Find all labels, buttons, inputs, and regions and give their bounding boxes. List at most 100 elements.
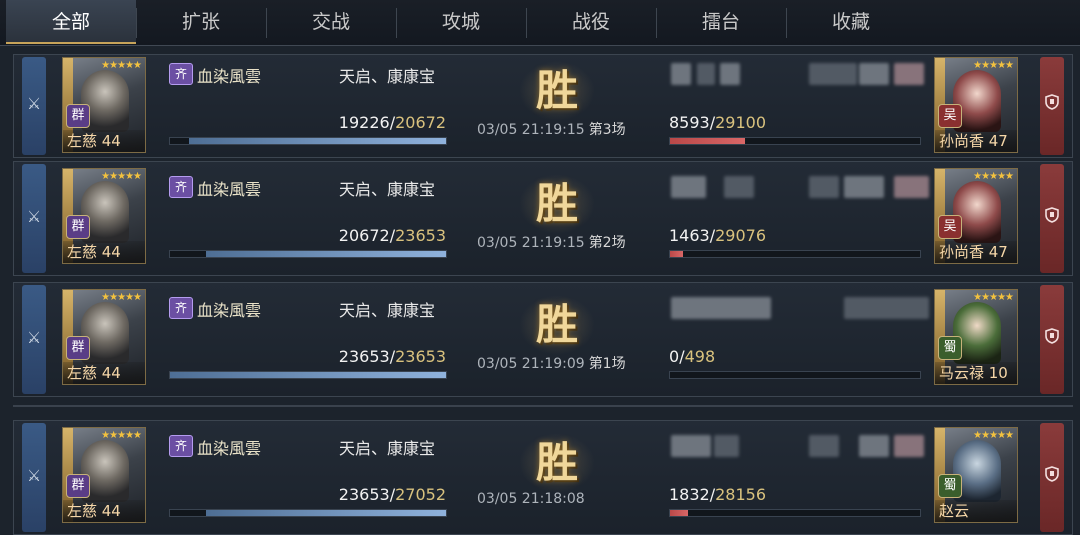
star-rating-icon: ★★★★★	[973, 430, 1014, 441]
battle-round: 第3场	[588, 122, 626, 138]
hero-name: 左慈 44	[63, 500, 145, 522]
defender-portrait[interactable]: ★★★★★ 吴 孙尚香 47	[934, 168, 1018, 264]
defender-portrait[interactable]: ★★★★★ 蜀 赵云	[934, 427, 1018, 523]
battle-time: 03/05 21:19:15	[477, 122, 585, 138]
troops-max: 27052	[395, 485, 446, 504]
ally-names: 天启、康康宝	[339, 439, 436, 458]
redacted-name	[844, 176, 884, 198]
tab-campaign[interactable]: 战役	[526, 0, 656, 44]
guild-name: 血染風雲	[197, 180, 262, 199]
tab-siege[interactable]: 攻城	[396, 0, 526, 44]
redacted-name	[894, 435, 924, 457]
redacted-name	[724, 176, 754, 198]
defender-troop-bar	[669, 371, 921, 379]
troops-current: 20672	[338, 226, 390, 245]
attacker-portrait[interactable]: ★★★★★ 群 左慈 44	[62, 168, 146, 264]
sword-icon: ⚔	[26, 327, 42, 347]
victory-mark: 胜	[535, 438, 578, 487]
guild-badge: 齐	[169, 176, 193, 198]
sword-icon: ⚔	[26, 465, 42, 485]
defense-indicator[interactable]	[1040, 57, 1064, 155]
shield-icon	[1040, 94, 1064, 110]
shield-icon	[1040, 465, 1064, 482]
star-rating-icon: ★★★★★	[101, 60, 142, 71]
attacker-portrait[interactable]: ★★★★★ 群 左慈 44	[62, 289, 146, 385]
hero-name: 左慈 44	[63, 241, 145, 263]
defender-troops: 8593/29100	[669, 113, 766, 132]
troop-bar-fill	[205, 251, 446, 257]
defender-troop-bar	[669, 137, 921, 145]
attacker-troops: 19226/20672	[334, 113, 446, 132]
defense-indicator[interactable]	[1040, 423, 1064, 532]
star-rating-icon: ★★★★★	[101, 430, 142, 441]
tab-expand[interactable]: 扩张	[136, 0, 266, 44]
tab-bar: 全部 扩张 交战 攻城 战役 擂台 收藏	[0, 0, 1080, 46]
faction-badge: 群	[66, 215, 90, 239]
redacted-name	[859, 435, 889, 457]
star-rating-icon: ★★★★★	[973, 171, 1014, 182]
troops-current: 23653	[338, 347, 390, 366]
redacted-name	[720, 63, 740, 85]
battle-timestamp: 03/05 21:18:08	[477, 491, 589, 507]
attacker-portrait[interactable]: ★★★★★ 群 左慈 44	[62, 57, 146, 153]
redacted-name	[671, 435, 711, 457]
victory-mark: 胜	[535, 300, 578, 349]
troop-bar-fill	[205, 510, 446, 516]
sword-icon: ⚔	[26, 94, 42, 113]
attacker-troop-bar	[169, 250, 447, 258]
troops-max: 23653	[395, 347, 446, 366]
battle-timestamp: 03/05 21:19:15 第3场	[477, 119, 626, 139]
attack-indicator: ⚔	[22, 57, 46, 155]
troop-bar-fill	[670, 138, 745, 144]
battle-row[interactable]: ⚔ ★★★★★ 群 左慈 44 齐 血染風雲 天启、康康宝 23653/2705…	[13, 420, 1073, 535]
redacted-name	[809, 63, 857, 85]
attack-indicator: ⚔	[22, 423, 46, 532]
defender-troop-bar	[669, 250, 921, 258]
attack-indicator: ⚔	[22, 164, 46, 273]
battle-time: 03/05 21:19:09	[477, 356, 585, 372]
tab-arena[interactable]: 擂台	[656, 0, 786, 44]
battle-row[interactable]: ⚔ ★★★★★ 群 左慈 44 齐 血染風雲 天启、康康宝 23653/2365…	[13, 282, 1073, 397]
hero-name: 左慈 44	[63, 130, 145, 152]
defender-portrait[interactable]: ★★★★★ 蜀 马云禄 10	[934, 289, 1018, 385]
star-rating-icon: ★★★★★	[973, 292, 1014, 303]
battle-time: 03/05 21:18:08	[477, 491, 585, 507]
redacted-name	[697, 63, 715, 85]
hero-name: 孙尚香 47	[935, 130, 1017, 152]
redacted-name	[859, 63, 889, 85]
troops-max: 498	[684, 347, 716, 366]
attacker-troop-bar	[169, 371, 447, 379]
defender-troops: 0/498	[669, 347, 715, 366]
redacted-name	[809, 435, 839, 457]
redacted-name	[809, 176, 839, 198]
troop-bar-fill	[170, 372, 446, 378]
defense-indicator[interactable]	[1040, 164, 1064, 273]
defender-troops: 1463/29076	[669, 226, 766, 245]
troops-current: 0	[669, 347, 680, 366]
defense-indicator[interactable]	[1040, 285, 1064, 394]
battle-timestamp: 03/05 21:19:09 第1场	[477, 353, 626, 373]
battle-row[interactable]: ⚔ ★★★★★ 群 左慈 44 齐 血染風雲 天启、康康宝 20672/2365…	[13, 161, 1073, 276]
defender-troops: 1832/28156	[669, 485, 766, 504]
attacker-portrait[interactable]: ★★★★★ 群 左慈 44	[62, 427, 146, 523]
battle-row[interactable]: ⚔ ★★★★★ 群 左慈 44 齐 血染風雲 天启、康康宝 19226/2067…	[13, 54, 1073, 158]
faction-badge: 吴	[938, 215, 962, 239]
troops-current: 1463	[669, 226, 710, 245]
redacted-name	[894, 176, 929, 198]
redacted-name	[671, 297, 771, 319]
troops-current: 8593	[669, 113, 710, 132]
troops-current: 23653	[338, 485, 390, 504]
tab-all[interactable]: 全部	[6, 0, 136, 44]
troops-current: 1832	[669, 485, 710, 504]
faction-badge: 群	[66, 104, 90, 128]
tab-combat[interactable]: 交战	[266, 0, 396, 44]
defender-portrait[interactable]: ★★★★★ 吴 孙尚香 47	[934, 57, 1018, 153]
redacted-name	[671, 176, 706, 198]
faction-badge: 蜀	[938, 474, 962, 498]
tab-favorites[interactable]: 收藏	[786, 0, 916, 44]
attacker-troop-bar	[169, 509, 447, 517]
redacted-name	[894, 63, 924, 85]
guild-badge: 齐	[169, 63, 193, 85]
battle-round: 第1场	[588, 356, 626, 372]
sword-icon: ⚔	[26, 206, 42, 226]
